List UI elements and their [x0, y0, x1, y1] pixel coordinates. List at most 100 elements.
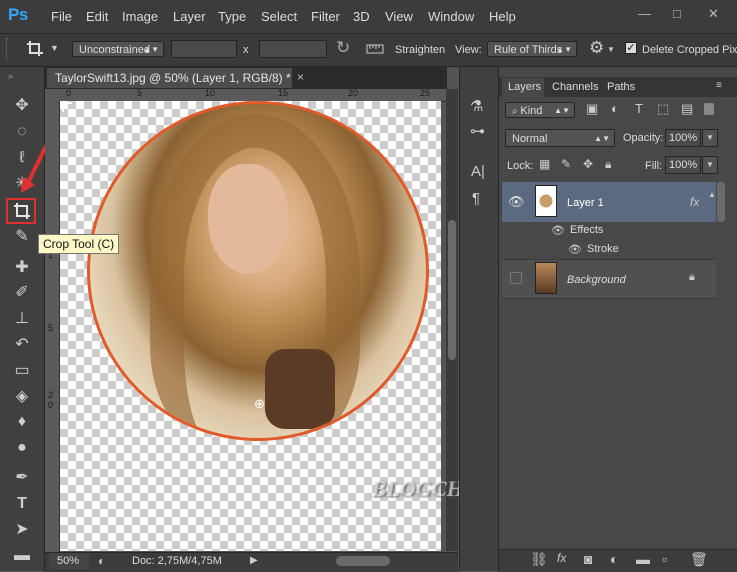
lock-transparent-icon[interactable]: ▦ [539, 157, 550, 171]
width-input[interactable] [171, 40, 237, 58]
tab-paths[interactable]: Paths [607, 81, 635, 93]
effects-label[interactable]: Effects [570, 224, 603, 236]
pen-tool-icon[interactable]: ✒ [9, 467, 35, 489]
filter-smart-object-icon[interactable]: ▤ [681, 101, 693, 117]
delete-cropped-checkbox[interactable]: ✓ [625, 42, 637, 54]
gear-icon[interactable]: ⚙ [589, 38, 604, 58]
lock-all-icon[interactable]: 🔒︎ [605, 157, 611, 172]
fill-field[interactable]: 100% [665, 156, 701, 174]
straighten-icon[interactable] [366, 40, 384, 56]
paint-bucket-tool-icon[interactable]: ◈ [9, 386, 35, 408]
opacity-arrow-icon[interactable]: ▼ [702, 129, 718, 147]
path-selection-tool-icon[interactable]: ➤ [9, 519, 35, 541]
menu-3d[interactable]: 3D [353, 9, 370, 24]
link-layers-icon[interactable]: ⛓︎ [530, 551, 548, 568]
menu-layer[interactable]: Layer [173, 9, 206, 24]
status-menu-arrow-icon[interactable]: ▶ [250, 555, 258, 566]
type-tool-icon[interactable]: T [9, 493, 35, 515]
crop-handle-top-left[interactable] [62, 102, 72, 112]
new-group-icon[interactable]: ▬ [636, 551, 650, 567]
background-visibility-box[interactable] [510, 272, 522, 284]
marquee-tool-icon[interactable]: ◌ [9, 121, 35, 143]
adjustments-panel-icon[interactable]: ⊶ [470, 122, 485, 140]
add-mask-icon[interactable]: ◙ [584, 551, 592, 567]
vertical-scroll-thumb[interactable] [448, 220, 456, 360]
circular-portrait-image[interactable] [87, 101, 429, 441]
ruler-tick: 0 [66, 88, 72, 98]
add-style-fx-icon[interactable]: fx [557, 551, 566, 565]
new-adjustment-icon[interactable]: ◐ [610, 551, 618, 567]
preset-dropdown-arrow-icon[interactable]: ▼ [50, 43, 59, 53]
eraser-tool-icon[interactable]: ▭ [9, 360, 35, 382]
expand-effects-arrow-icon[interactable]: ▲ [708, 190, 716, 199]
filter-shape-icon[interactable]: ⬚ [657, 101, 669, 117]
brush-tool-icon[interactable]: ✐ [9, 282, 35, 304]
height-input[interactable] [259, 40, 327, 58]
x-separator: x [243, 44, 249, 56]
delete-layer-icon[interactable]: 🗑︎ [690, 551, 708, 568]
filter-pixel-icon[interactable]: ▣ [586, 101, 598, 117]
panel-menu-icon[interactable]: ≡ [716, 80, 722, 91]
effects-eye-icon[interactable]: 👁︎ [551, 224, 565, 237]
crop-preset-icon[interactable] [26, 40, 44, 58]
tab-layers[interactable]: Layers [508, 81, 541, 93]
menu-type[interactable]: Type [218, 9, 246, 24]
maximize-button[interactable]: □ [673, 6, 681, 21]
panel-collapse-icon[interactable]: » [8, 71, 13, 81]
minimize-button[interactable]: — [638, 6, 651, 21]
dodge-tool-icon[interactable]: ● [9, 437, 35, 459]
history-panel-icon[interactable]: ⚗ [470, 97, 483, 115]
close-window-button[interactable]: ✕ [708, 6, 719, 22]
move-tool-icon[interactable]: ✥ [9, 95, 35, 117]
history-brush-tool-icon[interactable]: ↶ [9, 334, 35, 356]
settings-dropdown-arrow-icon[interactable]: ▼ [607, 45, 615, 54]
menu-file[interactable]: File [51, 9, 72, 24]
layer1-name[interactable]: Layer 1 [567, 197, 604, 209]
view-value: Rule of Thirds [494, 44, 563, 56]
ratio-dropdown[interactable]: Unconstrained ▲▼ [72, 41, 164, 57]
horizontal-scroll-thumb[interactable] [336, 556, 390, 566]
document-tab[interactable]: TaylorSwift13.jpg @ 50% (Layer 1, RGB/8)… [47, 68, 292, 88]
stroke-effect-label[interactable]: Stroke [587, 243, 619, 255]
lock-image-icon[interactable]: ✎ [561, 157, 571, 171]
layer-effects-fx-icon[interactable]: fx [690, 195, 699, 209]
lock-position-icon[interactable]: ✥ [583, 157, 593, 171]
filter-type-icon[interactable]: T [635, 101, 643, 116]
blur-tool-icon[interactable]: ♦ [9, 411, 35, 433]
zoom-field[interactable]: 50% [49, 553, 89, 569]
paragraph-panel-icon[interactable]: ¶ [472, 190, 480, 207]
menu-filter[interactable]: Filter [311, 9, 340, 24]
document-close-button[interactable]: × [297, 70, 304, 84]
clone-stamp-tool-icon[interactable]: ⊥ [9, 308, 35, 330]
character-panel-icon[interactable]: A| [471, 163, 485, 180]
filter-toggle[interactable] [704, 103, 714, 115]
shape-tool-icon[interactable]: ▬ [9, 545, 35, 567]
opacity-field[interactable]: 100% [665, 129, 701, 147]
stroke-eye-icon[interactable]: 👁︎ [568, 243, 582, 256]
eyedropper-tool-icon[interactable]: ✎ [9, 226, 35, 248]
visibility-eye-icon[interactable]: 👁︎ [508, 194, 525, 210]
layers-scroll-thumb[interactable] [717, 182, 725, 222]
menu-image[interactable]: Image [122, 9, 158, 24]
tab-channels[interactable]: Channels [552, 81, 598, 93]
background-layer-name[interactable]: Background [567, 274, 626, 286]
straighten-label[interactable]: Straighten [395, 44, 445, 56]
menu-edit[interactable]: Edit [86, 9, 108, 24]
blend-mode-dropdown[interactable]: Normal ▲▼ [505, 129, 615, 147]
lock-label: Lock: [507, 160, 534, 172]
new-layer-icon[interactable]: ▫ [662, 551, 667, 567]
rotate-swap-icon[interactable]: ↻ [336, 38, 350, 58]
menu-view[interactable]: View [385, 9, 413, 24]
filter-adjustment-icon[interactable]: ◐ [611, 101, 619, 116]
menu-help[interactable]: Help [489, 9, 516, 24]
menu-window[interactable]: Window [428, 9, 474, 24]
filter-kind-dropdown[interactable]: ⌕ Kind ▲▼ [505, 102, 575, 118]
fill-arrow-icon[interactable]: ▼ [702, 156, 718, 174]
ruler-tick: 5 [137, 88, 143, 98]
view-dropdown[interactable]: Rule of Thirds ▲▼ [487, 41, 577, 57]
menu-select[interactable]: Select [261, 9, 297, 24]
healing-brush-tool-icon[interactable]: ✚ [9, 257, 35, 279]
ruler-tick: 20 [348, 88, 359, 98]
status-info-icon[interactable]: ◐ [98, 554, 105, 568]
crop-tool-icon[interactable] [12, 201, 32, 221]
